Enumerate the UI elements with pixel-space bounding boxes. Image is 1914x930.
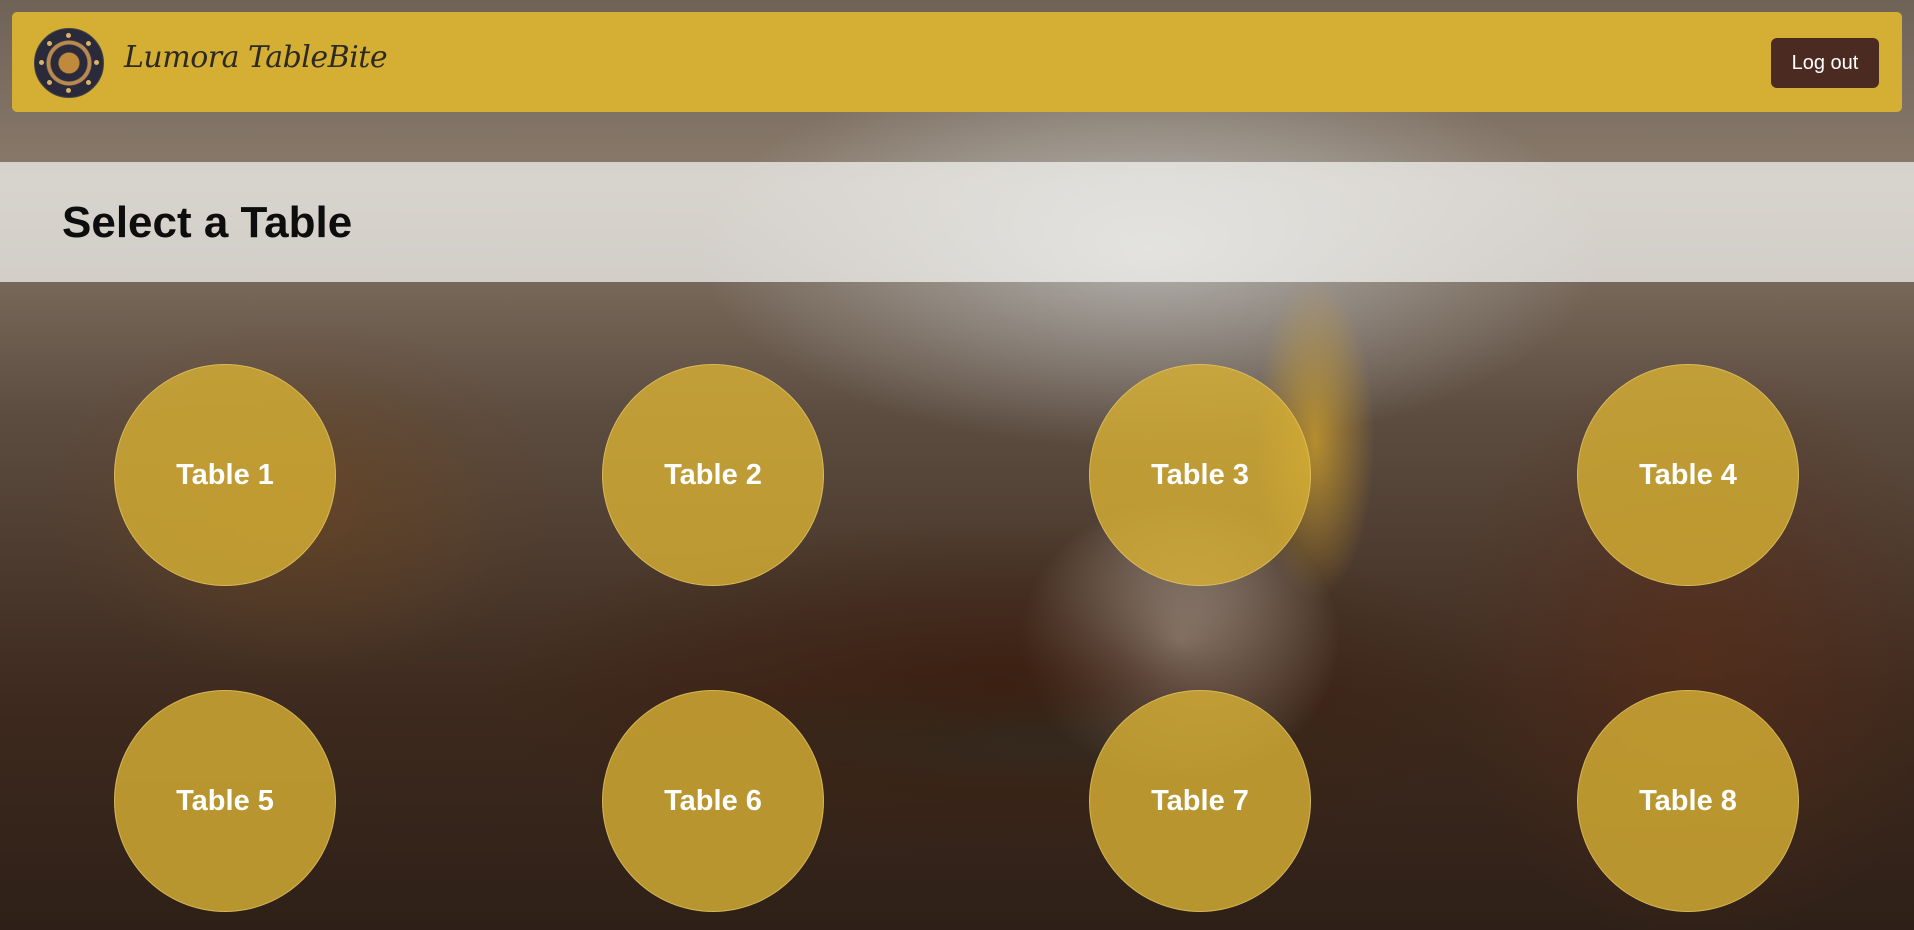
logo-ornament	[86, 80, 91, 85]
table-7-button[interactable]: Table 7	[1089, 690, 1311, 912]
logo-ornament	[66, 33, 71, 38]
restaurant-background: Lumora TableBite Log out Select a Table …	[0, 0, 1914, 930]
brand-logo[interactable]	[34, 28, 104, 98]
logo-ornament	[94, 60, 99, 65]
logo-ornament	[86, 41, 91, 46]
logo-ornament	[47, 80, 52, 85]
table-6-button[interactable]: Table 6	[602, 690, 824, 912]
logo-ornament	[39, 60, 44, 65]
table-2-button[interactable]: Table 2	[602, 364, 824, 586]
brand-name[interactable]: Lumora TableBite	[124, 40, 388, 75]
title-band: Select a Table	[0, 162, 1914, 282]
table-3-button[interactable]: Table 3	[1089, 364, 1311, 586]
table-1-button[interactable]: Table 1	[114, 364, 336, 586]
top-navbar: Lumora TableBite Log out	[12, 12, 1902, 112]
table-4-button[interactable]: Table 4	[1577, 364, 1799, 586]
logo-ornament	[66, 88, 71, 93]
logout-button[interactable]: Log out	[1771, 38, 1879, 88]
logo-ornament	[47, 41, 52, 46]
page-title: Select a Table	[62, 198, 353, 247]
table-8-button[interactable]: Table 8	[1577, 690, 1799, 912]
table-5-button[interactable]: Table 5	[114, 690, 336, 912]
